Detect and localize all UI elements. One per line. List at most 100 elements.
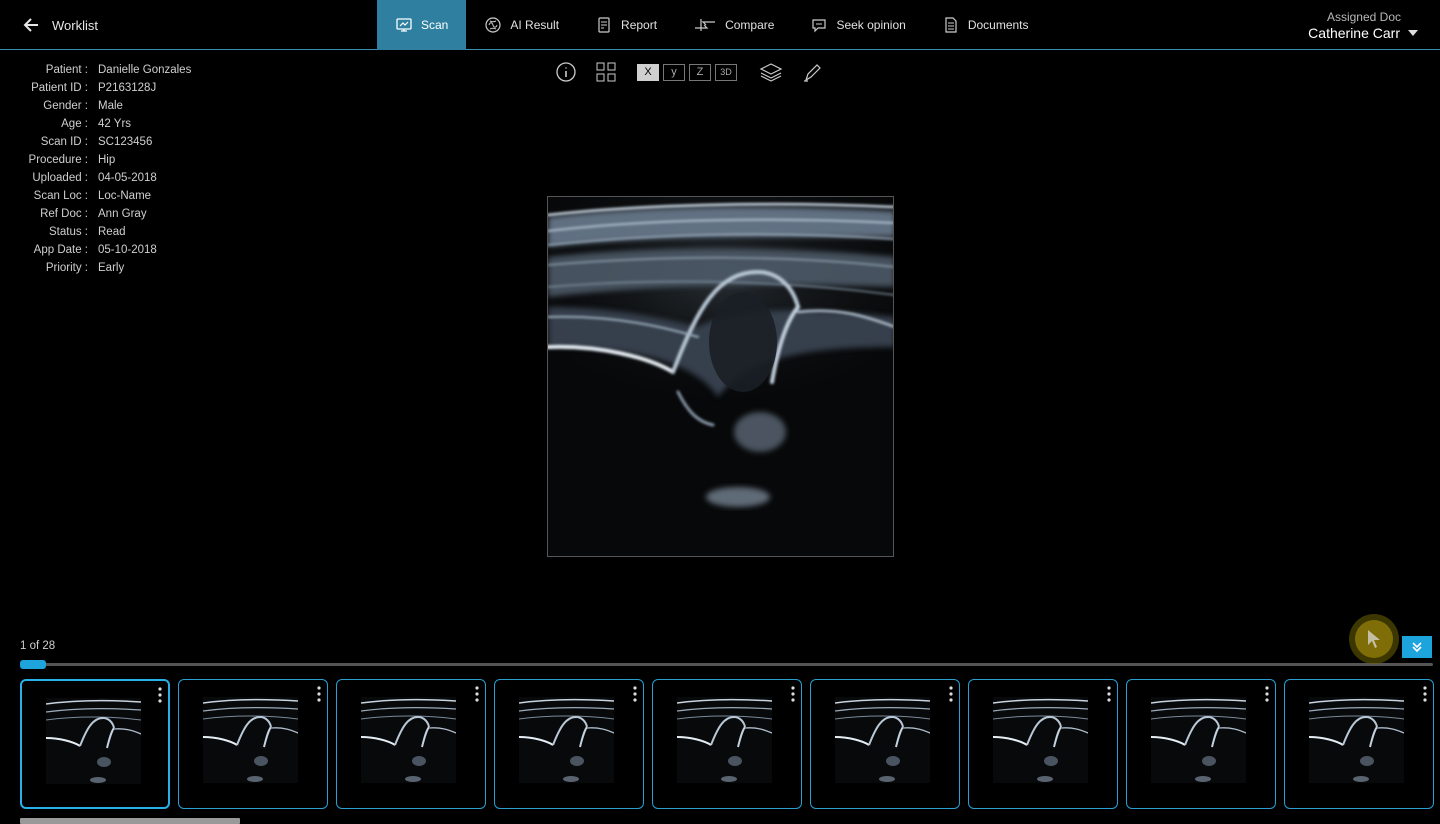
back-label: Worklist <box>52 17 98 33</box>
info-value: 04-05-2018 <box>98 172 157 184</box>
chevron-down-icon <box>1408 30 1418 36</box>
monitor-icon <box>396 18 412 32</box>
info-row-scan-id: Scan ID : SC123456 <box>10 133 191 151</box>
info-value: 05-10-2018 <box>98 244 157 256</box>
info-value: 42 Yrs <box>98 118 132 130</box>
info-row-age: Age : 42 Yrs <box>10 115 191 133</box>
thumbnail-image <box>518 697 615 783</box>
more-vertical-icon[interactable] <box>1264 686 1270 702</box>
ultrasound-image <box>548 197 893 556</box>
scan-thumbnail[interactable] <box>652 679 802 809</box>
scan-thumbnail[interactable] <box>336 679 486 809</box>
info-key: Priority : <box>45 262 88 274</box>
axis-x-button[interactable]: X <box>637 63 659 81</box>
info-key: Status : <box>49 226 88 238</box>
info-value: Hip <box>98 154 116 166</box>
info-key: Patient : <box>45 64 88 76</box>
tab-report-label: Report <box>621 18 658 32</box>
more-vertical-icon[interactable] <box>632 686 638 702</box>
image-slider-handle[interactable] <box>20 660 46 669</box>
info-key: App Date : <box>33 244 88 256</box>
info-value: Danielle Gonzales <box>98 64 192 76</box>
info-value: P2163128J <box>98 82 157 94</box>
image-slider-track[interactable] <box>20 663 1433 666</box>
scan-thumbnail[interactable] <box>810 679 960 809</box>
more-vertical-icon[interactable] <box>790 686 796 702</box>
patient-info-panel: Patient : Danielle Gonzales Patient ID :P… <box>10 61 192 277</box>
tab-report[interactable]: Report <box>577 0 675 50</box>
info-value: Loc-Name <box>98 190 152 202</box>
scan-thumbnail[interactable] <box>20 679 170 809</box>
scan-thumbnail[interactable] <box>968 679 1118 809</box>
cursor-mode-button[interactable] <box>1349 614 1399 664</box>
layers-icon[interactable] <box>759 61 783 83</box>
viewer-toolbar: X y Z 3D <box>555 60 823 84</box>
more-vertical-icon[interactable] <box>948 686 954 702</box>
horizontal-scrollbar[interactable] <box>20 818 240 824</box>
main-tabs: Scan AI Result Report Compare Seek opini… <box>377 0 1047 50</box>
info-row-app-date: App Date : 05-10-2018 <box>10 241 191 259</box>
info-row-ref-doc: Ref Doc : Ann Gray <box>10 205 191 223</box>
info-row-uploaded: Uploaded : 04-05-2018 <box>10 169 191 187</box>
scan-thumbnail[interactable] <box>494 679 644 809</box>
info-value: Early <box>98 262 125 274</box>
info-key: Patient ID : <box>31 82 88 94</box>
brain-icon <box>485 17 501 33</box>
tab-ai-result[interactable]: AI Result <box>466 0 577 50</box>
thumbnail-strip <box>20 679 1434 809</box>
pointer-icon <box>1368 630 1380 648</box>
thumbnail-image <box>834 697 931 783</box>
back-to-worklist-button[interactable]: Worklist <box>22 14 98 36</box>
thumbnail-image <box>676 697 773 783</box>
info-row-patient-id: Patient ID : P2163128J <box>10 79 191 97</box>
info-row-procedure: Procedure : Hip <box>10 151 191 169</box>
axis-3d-button[interactable]: 3D <box>715 63 737 81</box>
info-value: Read <box>98 226 126 238</box>
pen-annotate-icon[interactable] <box>801 61 823 83</box>
more-vertical-icon[interactable] <box>1422 686 1428 702</box>
info-row-priority: Priority : Early <box>10 259 191 277</box>
assigned-doc[interactable]: Assigned Doc Catherine Carr <box>1308 10 1418 41</box>
grid-layout-icon[interactable] <box>595 61 617 83</box>
more-vertical-icon[interactable] <box>474 686 480 702</box>
thumbnail-image <box>360 697 457 783</box>
ultrasound-viewer[interactable] <box>547 196 894 557</box>
more-vertical-icon[interactable] <box>1106 686 1112 702</box>
more-vertical-icon[interactable] <box>157 687 163 703</box>
axis-y-button[interactable]: y <box>663 63 685 81</box>
report-icon <box>598 17 610 33</box>
assigned-doc-name: Catherine Carr <box>1308 25 1400 41</box>
info-value: Ann Gray <box>98 208 147 220</box>
thumbnail-image <box>1150 697 1247 783</box>
arrow-left-icon <box>23 18 38 32</box>
info-key: Uploaded : <box>32 172 88 184</box>
scan-thumbnail[interactable] <box>178 679 328 809</box>
tab-documents-label: Documents <box>967 18 1029 32</box>
info-value: SC123456 <box>98 136 153 148</box>
assigned-doc-select[interactable]: Catherine Carr <box>1308 25 1418 41</box>
tab-ai-result-label: AI Result <box>510 18 560 32</box>
thumbnail-image <box>992 697 1089 783</box>
info-value: Male <box>98 100 123 112</box>
image-counter: 1 of 28 <box>20 640 56 652</box>
tab-seek-opinion-label: Seek opinion <box>836 18 906 32</box>
more-vertical-icon[interactable] <box>316 686 322 702</box>
tab-compare[interactable]: Compare <box>675 0 792 50</box>
scan-thumbnail[interactable] <box>1126 679 1276 809</box>
tab-compare-label: Compare <box>725 18 775 32</box>
info-row-status: Status : Read <box>10 223 191 241</box>
info-key: Ref Doc : <box>40 208 88 220</box>
axis-z-button[interactable]: Z <box>689 63 711 81</box>
scan-thumbnail[interactable] <box>1284 679 1434 809</box>
tab-scan[interactable]: Scan <box>377 0 467 50</box>
collapse-strip-button[interactable] <box>1402 636 1432 658</box>
assigned-doc-label: Assigned Doc <box>1326 10 1401 24</box>
double-chevron-down-icon <box>1412 642 1422 653</box>
tab-seek-opinion[interactable]: Seek opinion <box>792 0 923 50</box>
compare-arrows-icon <box>695 19 716 31</box>
info-row-gender: Gender : Male <box>10 97 191 115</box>
info-key: Procedure : <box>28 154 88 166</box>
tab-documents[interactable]: Documents <box>924 0 1047 50</box>
info-row-patient: Patient : Danielle Gonzales <box>10 61 192 79</box>
info-icon[interactable] <box>555 61 577 83</box>
